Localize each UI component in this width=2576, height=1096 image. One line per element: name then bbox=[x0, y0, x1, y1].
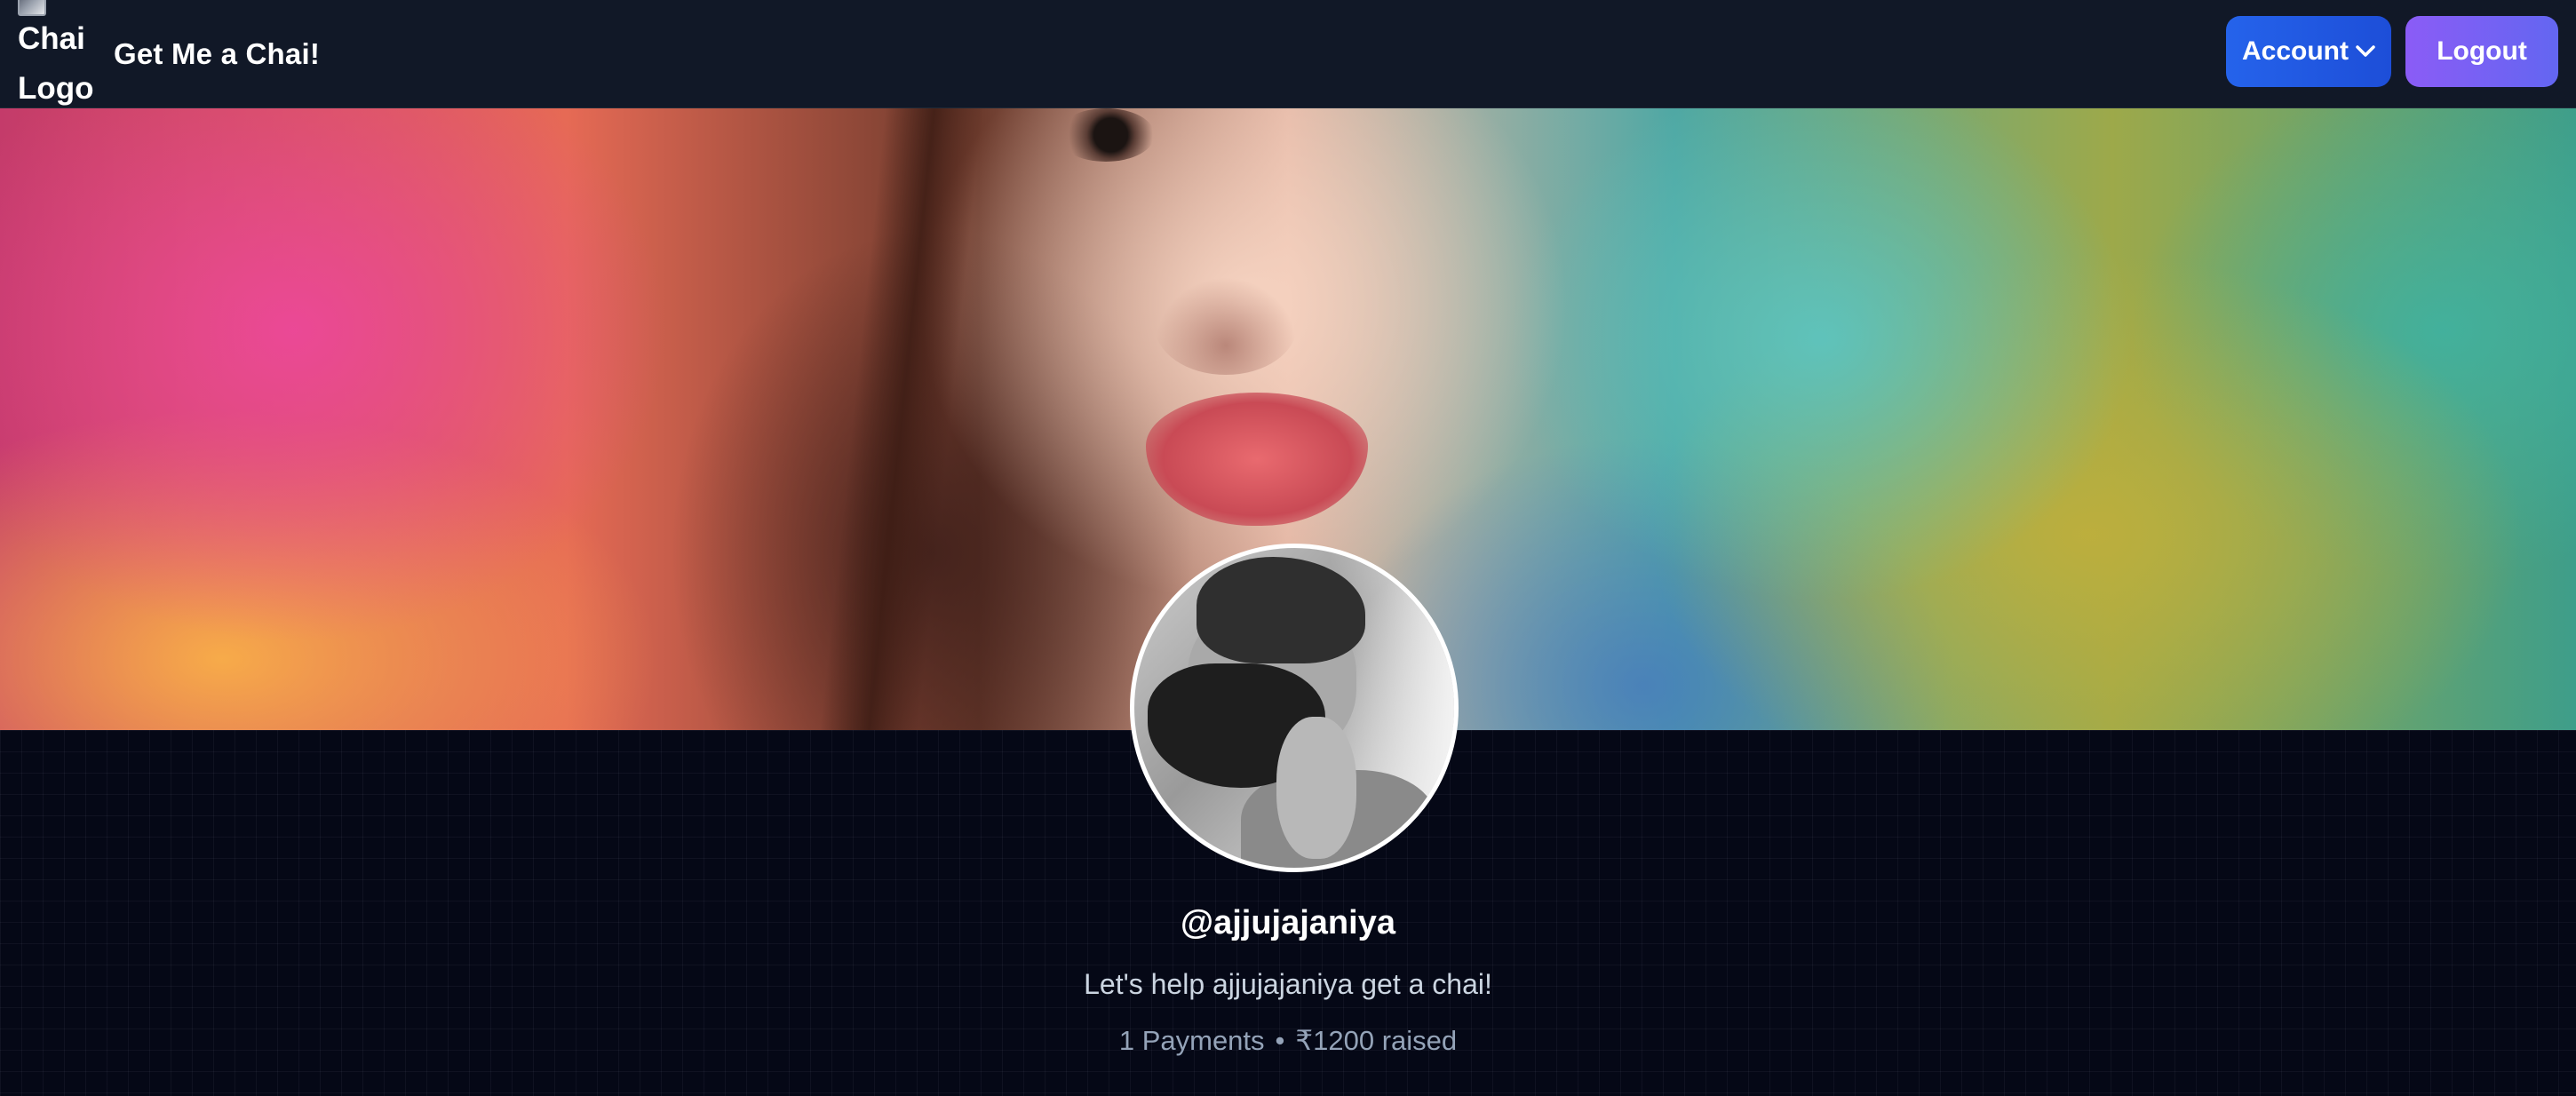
payments-count: 1 Payments bbox=[1118, 1025, 1265, 1056]
cover-lips-shape bbox=[1146, 393, 1368, 526]
brand-link[interactable]: Chai Logo Get Me a Chai! bbox=[18, 0, 320, 108]
account-dropdown-button[interactable]: Account bbox=[2226, 16, 2391, 87]
nav-actions: Account Logout bbox=[2226, 16, 2558, 87]
profile-stats: 1 Payments • ₹1200 raised bbox=[0, 1025, 2576, 1057]
avatar-hand-shape bbox=[1276, 717, 1356, 859]
chevron-down-icon bbox=[2356, 45, 2375, 58]
cover-nose-shape bbox=[1155, 277, 1297, 375]
amount-raised: ₹1200 raised bbox=[1295, 1025, 1458, 1056]
chai-logo-image: Chai Logo bbox=[18, 0, 98, 108]
logo-alt-text: Chai Logo bbox=[18, 21, 94, 106]
cover-hair-shape bbox=[820, 108, 983, 730]
stats-separator: • bbox=[1275, 1025, 1285, 1056]
profile-username: @ajjujajaniya bbox=[1181, 904, 1395, 941]
profile-tagline: Let's help ajjujajaniya get a chai! bbox=[1084, 968, 1492, 1000]
cover-eye-shape bbox=[1057, 108, 1155, 162]
logout-button[interactable]: Logout bbox=[2405, 16, 2558, 87]
navbar: Chai Logo Get Me a Chai! Account Logout bbox=[0, 0, 2576, 108]
profile-avatar bbox=[1130, 544, 1459, 872]
brand-title: Get Me a Chai! bbox=[114, 37, 321, 70]
account-button-label: Account bbox=[2242, 36, 2349, 66]
